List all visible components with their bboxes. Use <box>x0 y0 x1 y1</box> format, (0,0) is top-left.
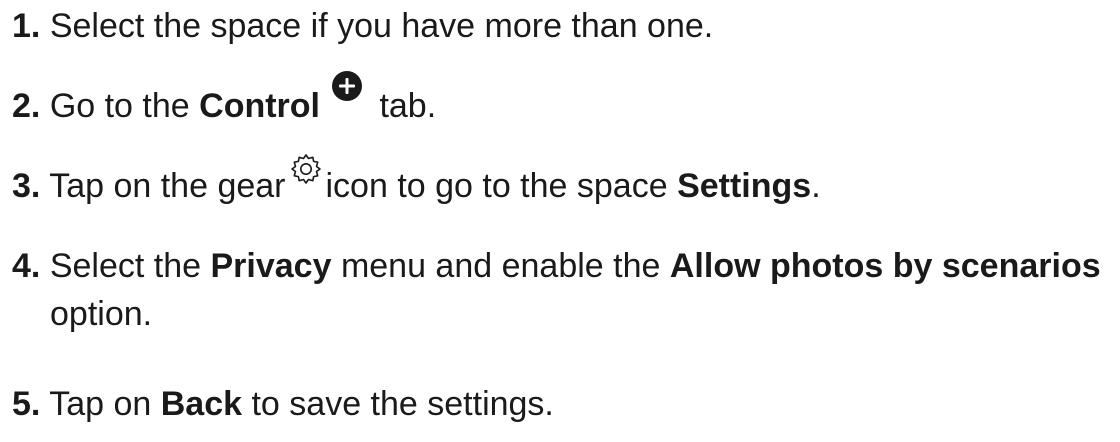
step-number: 3. <box>12 167 41 205</box>
step-2: 2. Go to the Control tab. <box>12 71 1116 130</box>
plus-circle-icon <box>330 69 364 103</box>
step-number: 1. <box>12 7 41 45</box>
privacy-menu-label: Privacy <box>210 247 332 285</box>
step-text: menu and enable the <box>340 247 661 285</box>
allow-photos-option-label: Allow photos by scenarios <box>669 247 1101 285</box>
step-5: 5. Tap on Back to save the settings. <box>12 380 1116 428</box>
step-text: Go to the <box>49 87 190 125</box>
step-text: Select the space if you have more than o… <box>49 7 714 45</box>
step-text: icon to go to the space <box>325 167 668 205</box>
back-label: Back <box>160 385 243 423</box>
settings-label: Settings <box>677 167 812 205</box>
control-tab-label: Control <box>199 87 320 125</box>
step-3: 3. Tap on the gear icon to go to the spac… <box>12 154 1116 210</box>
step-text: Tap on <box>49 385 152 423</box>
step-punctuation: . <box>811 167 821 205</box>
gear-icon <box>290 153 322 185</box>
step-number: 4. <box>12 247 41 285</box>
step-text: option. <box>50 295 153 333</box>
step-number: 2. <box>12 87 41 125</box>
step-1: 1. Select the space if you have more tha… <box>12 2 1116 50</box>
step-text: Tap on the gear <box>49 167 286 205</box>
step-number: 5. <box>12 385 41 423</box>
step-text: to save the settings. <box>251 385 554 423</box>
step-text: tab. <box>379 87 437 125</box>
step-4: 4. Select the Privacy menu and enable th… <box>12 242 1116 338</box>
step-text: Select the <box>49 247 202 285</box>
